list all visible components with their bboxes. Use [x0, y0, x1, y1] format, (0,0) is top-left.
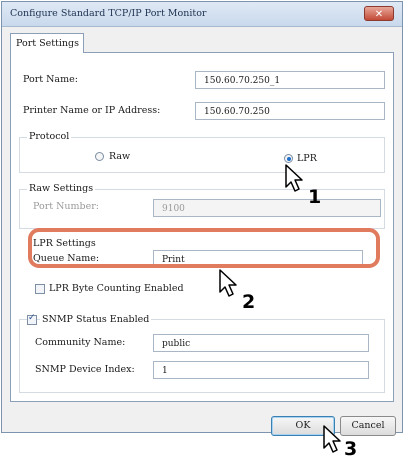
raw-radio-label: Raw [109, 151, 131, 162]
snmp-device-index-label: SNMP Device Index: [35, 364, 135, 375]
snmp-enabled-label: SNMP Status Enabled [40, 314, 152, 325]
arrow-cursor-icon [285, 164, 303, 192]
protocol-group-label: Protocol [27, 131, 72, 142]
printer-name-field[interactable]: 150.60.70.250 [195, 102, 385, 120]
snmp-enabled-checkbox[interactable] [27, 313, 37, 325]
step-1-marker: 1 [308, 186, 322, 208]
lpr-byte-counting-label: LPR Byte Counting Enabled [49, 283, 184, 294]
community-name-field[interactable]: public [153, 334, 369, 352]
port-number-field[interactable]: 9100 [153, 199, 381, 217]
port-settings-panel: Port Name: 150.60.70.250_1 Printer Name … [10, 52, 394, 402]
cancel-button[interactable]: Cancel [340, 416, 396, 436]
community-name-label: Community Name: [35, 337, 126, 348]
raw-radio[interactable] [95, 152, 104, 161]
printer-name-label: Printer Name or IP Address: [23, 105, 161, 116]
lpr-radio[interactable] [284, 154, 293, 163]
close-icon: ✕ [374, 9, 384, 20]
close-button[interactable]: ✕ [364, 6, 394, 21]
arrow-cursor-icon [323, 425, 341, 453]
queue-name-highlight [28, 228, 380, 268]
port-name-field[interactable]: 150.60.70.250_1 [195, 71, 385, 89]
step-2-marker: 2 [242, 291, 256, 313]
dialog-window: Configure Standard TCP/IP Port Monitor ✕… [1, 1, 403, 436]
window-title: Configure Standard TCP/IP Port Monitor [10, 8, 207, 19]
snmp-device-index-field[interactable]: 1 [153, 361, 369, 379]
step-3-marker: 3 [344, 438, 358, 460]
raw-settings-label: Raw Settings [27, 183, 96, 194]
lpr-byte-counting-checkbox[interactable] [35, 284, 45, 294]
title-bar: Configure Standard TCP/IP Port Monitor ✕ [2, 2, 402, 27]
snmp-group [19, 319, 385, 393]
port-name-label: Port Name: [23, 74, 78, 85]
tab-port-settings[interactable]: Port Settings [10, 33, 84, 53]
port-number-label: Port Number: [33, 201, 99, 212]
arrow-cursor-icon [219, 269, 237, 297]
protocol-group [19, 137, 385, 173]
